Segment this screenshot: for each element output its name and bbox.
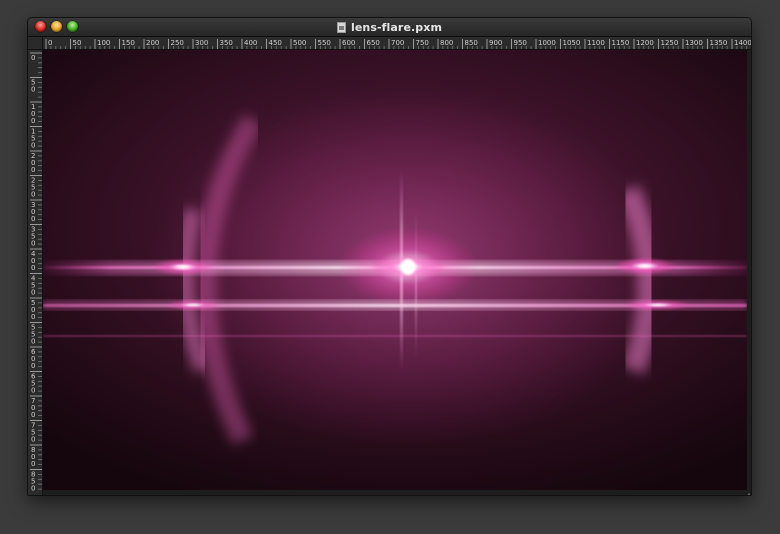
ruler-label: 700 [31, 397, 35, 419]
ruler-label: 450 [31, 275, 36, 297]
ruler-label: 1300 [685, 39, 703, 47]
ruler-label: 550 [31, 324, 35, 346]
ruler-label: 300 [195, 39, 208, 47]
ruler-label: 200 [31, 152, 35, 174]
ruler-label: 600 [342, 39, 355, 47]
ruler-label: 800 [31, 446, 35, 468]
ruler-label: 1000 [538, 39, 556, 47]
ruler-label: 150 [31, 128, 35, 150]
ruler-label: 100 [97, 39, 110, 47]
ruler-label: 350 [31, 226, 35, 248]
ruler-label: 300 [31, 201, 35, 223]
lens-flare-artwork [43, 88, 747, 448]
faint-streak [43, 335, 747, 337]
ruler-label: 350 [220, 39, 233, 47]
horizontal-ruler[interactable]: 0 50 100 150 200 250 300 350 400 450 500 550 600 650 7… [43, 37, 751, 50]
center-core [400, 259, 416, 275]
ruler-label: 650 [31, 373, 36, 395]
ruler-label: 1100 [587, 39, 605, 47]
ruler-label: 850 [465, 39, 478, 47]
ruler-label: 200 [146, 39, 159, 47]
window-title: lens-flare.pxm [350, 20, 443, 34]
ruler-label: 450 [269, 39, 282, 47]
ruler-label: 550 [318, 39, 331, 47]
ruler-label: 100 [31, 103, 35, 125]
ruler-label: 800 [440, 39, 453, 47]
right-hotspot [613, 257, 677, 275]
left-hotspot [151, 258, 215, 276]
ruler-label: 250 [31, 177, 35, 199]
ruler-label: 500 [293, 39, 306, 47]
window-title-group: lens-flare.pxm [28, 20, 751, 34]
document-window: lens-flare.pxm 0 50 100 150 200 250 300 350 400 4… [27, 17, 752, 496]
vertical-ruler-ticks: 0 5 0 1 0 0 1 5 0 2 0 0 2 5 0 3 0 0 3 5 0 4 0 0 4 5 0 5 0 0 5 5 0 6 0 0 6 5 0 7… [30, 52, 42, 493]
ruler-label: 750 [416, 39, 429, 47]
image-canvas[interactable] [43, 50, 747, 490]
vertical-ruler[interactable]: 0 50 100 150 200 250 300 350 400 450 500 550 600 650 7… [28, 50, 43, 495]
ruler-label: 600 [31, 348, 36, 370]
resize-grip[interactable] [742, 486, 750, 494]
ruler-label: 150 [122, 39, 135, 47]
ruler-label: 1350 [710, 39, 728, 47]
ruler-label: 250 [171, 39, 184, 47]
ruler-label: 850 [31, 471, 35, 493]
ruler-corner [28, 37, 43, 50]
ruler-label: 400 [31, 250, 36, 272]
ruler-label: 1250 [661, 39, 679, 47]
ruler-label: 1050 [563, 39, 581, 47]
ruler-label: 1200 [636, 39, 654, 47]
ruler-label: 1150 [612, 39, 630, 47]
ruler-label: 900 [489, 39, 502, 47]
ruler-label: 950 [514, 39, 527, 47]
ruler-label: 400 [244, 39, 257, 47]
ruler-label: 0 [48, 39, 52, 47]
ruler-label: 650 [367, 39, 380, 47]
ruler-label: 0 [31, 54, 35, 62]
ruler-label: 750 [31, 422, 35, 444]
right-lower-hotspot [623, 299, 693, 311]
left-lower-hotspot [165, 299, 221, 311]
document-icon [336, 21, 346, 33]
title-bar[interactable]: lens-flare.pxm [28, 18, 751, 37]
ruler-label: 500 [31, 299, 35, 321]
ruler-label: 1400 [734, 39, 751, 47]
ruler-label: 50 [31, 79, 35, 94]
horizontal-ruler-ticks: 0 50 100 150 200 250 300 350 400 450 500 550 600 650 7… [45, 39, 751, 49]
ruler-label: 700 [391, 39, 404, 47]
ruler-label: 50 [73, 39, 82, 47]
